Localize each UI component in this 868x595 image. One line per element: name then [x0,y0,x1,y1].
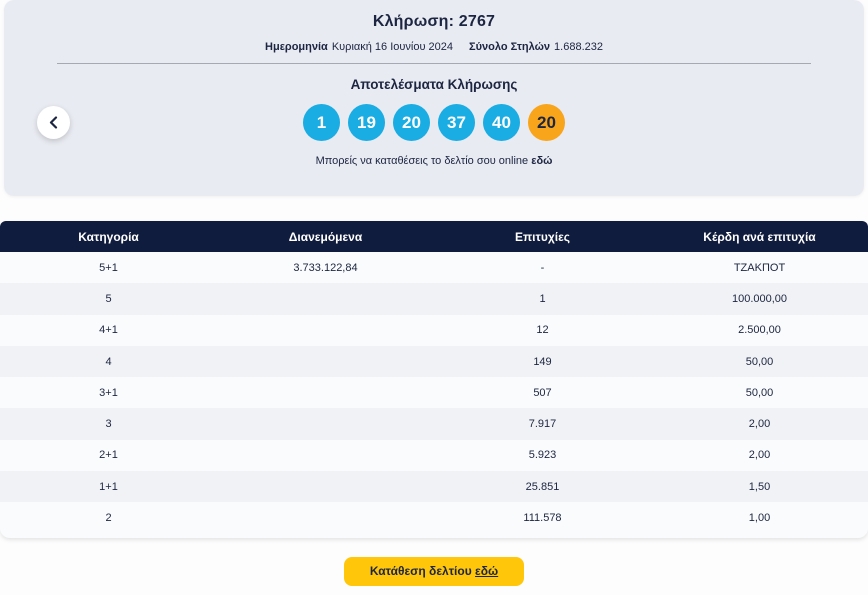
cell-prize: 1,50 [748,480,771,493]
submit-slip-label: Κατάθεση δελτίου [369,563,472,578]
draw-date-value: Κυριακή 16 Ιουνίου 2024 [331,41,453,53]
total-columns-value: 1.688.232 [554,41,603,53]
cell-category: 4 [105,355,112,368]
draw-meta: Ημερομηνία Κυριακή 16 Ιουνίου 2024 Σύνολο… [4,41,864,53]
cell-winners: - [540,261,545,274]
cell-category: 5 [105,292,112,305]
cell-category: 5+1 [99,261,118,274]
cell-winners: 111.578 [523,512,562,525]
total-columns: Σύνολο Στηλών 1.688.232 [469,41,603,53]
online-note-link[interactable]: εδώ [531,155,552,167]
winning-number-ball: 37 [438,104,475,141]
prize-table: Κατηγορία Διανεμόμενα Επιτυχίες Κέρδη αν… [0,221,868,538]
cell-category: 1+1 [99,480,118,493]
cell-prize: 2,00 [748,418,771,431]
cell-prize: 2,00 [748,449,771,462]
table-row: 5+1 3.733.122,84 - ΤΖΑΚΠΟΤ [0,252,868,284]
table-row: 3 7.917 2,00 [0,408,868,440]
cell-winners: 7.917 [528,418,557,431]
draw-date: Ημερομηνία Κυριακή 16 Ιουνίου 2024 [265,41,453,53]
chevron-left-icon [49,116,58,129]
cell-prize: ΤΖΑΚΠΟΤ [733,261,786,274]
header-distributed: Διανεμόμενα [288,229,363,244]
cell-winners: 12 [536,324,549,337]
cell-prize: 100.000,00 [731,292,788,305]
table-row: 4+1 12 2.500,00 [0,314,868,346]
cell-category: 4+1 [99,324,118,337]
results-title: Αποτελέσματα Κλήρωσης [350,77,518,92]
prize-table-body: 5+1 3.733.122,84 - ΤΖΑΚΠΟΤ 5 1 100.000,0… [0,252,868,534]
online-note-text: Μπορείς να καταθέσεις το δελτίο σου onli… [315,155,529,167]
table-row: 5 1 100.000,00 [0,283,868,315]
previous-draw-button[interactable] [37,106,70,139]
winning-numbers-row: 1 19 20 37 40 20 [4,104,864,141]
draw-results-card: Κλήρωση: 2767 Ημερομηνία Κυριακή 16 Ιουνί… [4,0,864,196]
cell-winners: 25.851 [525,480,560,493]
prize-table-header: Κατηγορία Διανεμόμενα Επιτυχίες Κέρδη αν… [0,221,868,252]
cell-category: 2 [105,512,112,525]
cell-prize: 1,00 [748,512,771,525]
table-row: 2 111.578 1,00 [0,502,868,534]
table-row: 3+1 507 50,00 [0,377,868,409]
header-winners: Επιτυχίες [514,229,571,244]
footer-cta-wrap: Κατάθεση δελτίου εδώ [0,556,868,586]
winning-number-ball: 19 [348,104,385,141]
header-category: Κατηγορία [78,229,139,244]
cell-category: 3+1 [99,386,118,399]
draw-title: Κλήρωση: 2767 [372,13,496,30]
submit-slip-link: εδώ [475,563,499,578]
cell-category: 2+1 [99,449,118,462]
cell-prize: 50,00 [745,355,774,368]
cell-prize: 50,00 [745,386,774,399]
winning-number-ball: 20 [393,104,430,141]
online-submit-note: Μπορείς να καταθέσεις το δελτίο σου onli… [4,155,864,167]
cell-winners: 507 [533,386,552,399]
table-row: 4 149 50,00 [0,345,868,378]
cell-prize: 2.500,00 [738,324,781,337]
submit-slip-button[interactable]: Κατάθεση δελτίου εδώ [343,556,525,586]
divider [57,63,811,64]
winning-number-ball: 40 [483,104,520,141]
draw-date-label: Ημερομηνία [265,41,328,53]
joker-number-ball: 20 [528,104,565,141]
winning-number-ball: 1 [303,104,340,141]
cell-winners: 149 [533,355,552,368]
table-row: 1+1 25.851 1,50 [0,471,868,503]
table-row: 2+1 5.923 2,00 [0,439,868,472]
total-columns-label: Σύνολο Στηλών [469,41,551,53]
cell-winners: 1 [539,292,546,305]
cell-winners: 5.923 [528,449,557,462]
cell-distributed: 3.733.122,84 [293,261,358,274]
cell-category: 3 [105,418,112,431]
header-prize-per-win: Κέρδη ανά επιτυχία [703,229,816,244]
